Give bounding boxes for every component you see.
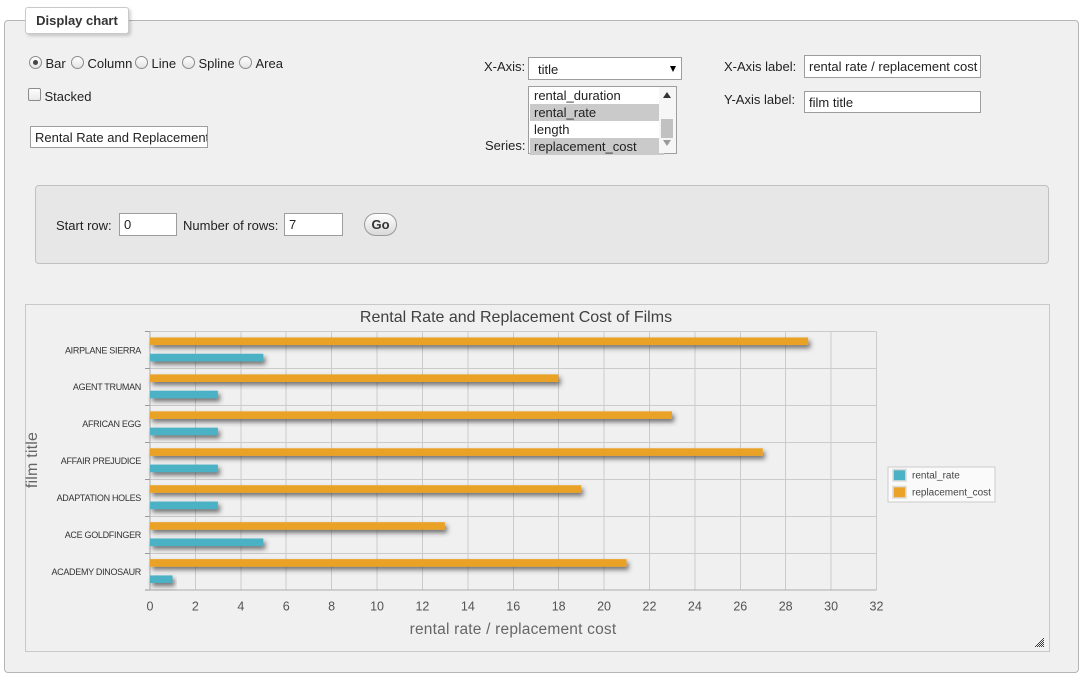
svg-text:0: 0 — [147, 600, 154, 614]
svg-text:AIRPLANE SIERRA: AIRPLANE SIERRA — [65, 345, 141, 355]
svg-text:replacement_cost: replacement_cost — [912, 488, 991, 499]
svg-text:AFRICAN EGG: AFRICAN EGG — [82, 419, 141, 429]
svg-text:Rental Rate and Replacement Co: Rental Rate and Replacement Cost of Film… — [360, 309, 672, 326]
svg-text:16: 16 — [506, 600, 520, 614]
svg-text:24: 24 — [688, 600, 702, 614]
svg-text:22: 22 — [643, 600, 657, 614]
svg-text:film title: film title — [25, 432, 41, 488]
svg-text:26: 26 — [733, 600, 747, 614]
svg-text:ACADEMY DINOSAUR: ACADEMY DINOSAUR — [51, 567, 141, 577]
svg-text:rental rate / replacement cost: rental rate / replacement cost — [410, 621, 617, 638]
svg-text:30: 30 — [824, 600, 838, 614]
svg-text:4: 4 — [237, 600, 244, 614]
svg-text:6: 6 — [283, 600, 290, 614]
svg-text:AFFAIR PREJUDICE: AFFAIR PREJUDICE — [61, 456, 142, 466]
svg-text:14: 14 — [461, 600, 475, 614]
svg-text:18: 18 — [552, 600, 566, 614]
svg-text:28: 28 — [779, 600, 793, 614]
svg-text:12: 12 — [415, 600, 429, 614]
svg-text:ACE GOLDFINGER: ACE GOLDFINGER — [65, 530, 142, 540]
svg-text:ADAPTATION HOLES: ADAPTATION HOLES — [57, 493, 142, 503]
svg-text:2: 2 — [192, 600, 199, 614]
svg-text:32: 32 — [870, 600, 884, 614]
svg-text:rental_rate: rental_rate — [912, 471, 960, 482]
svg-text:8: 8 — [328, 600, 335, 614]
svg-text:AGENT TRUMAN: AGENT TRUMAN — [73, 382, 141, 392]
svg-text:10: 10 — [370, 600, 384, 614]
svg-text:20: 20 — [597, 600, 611, 614]
